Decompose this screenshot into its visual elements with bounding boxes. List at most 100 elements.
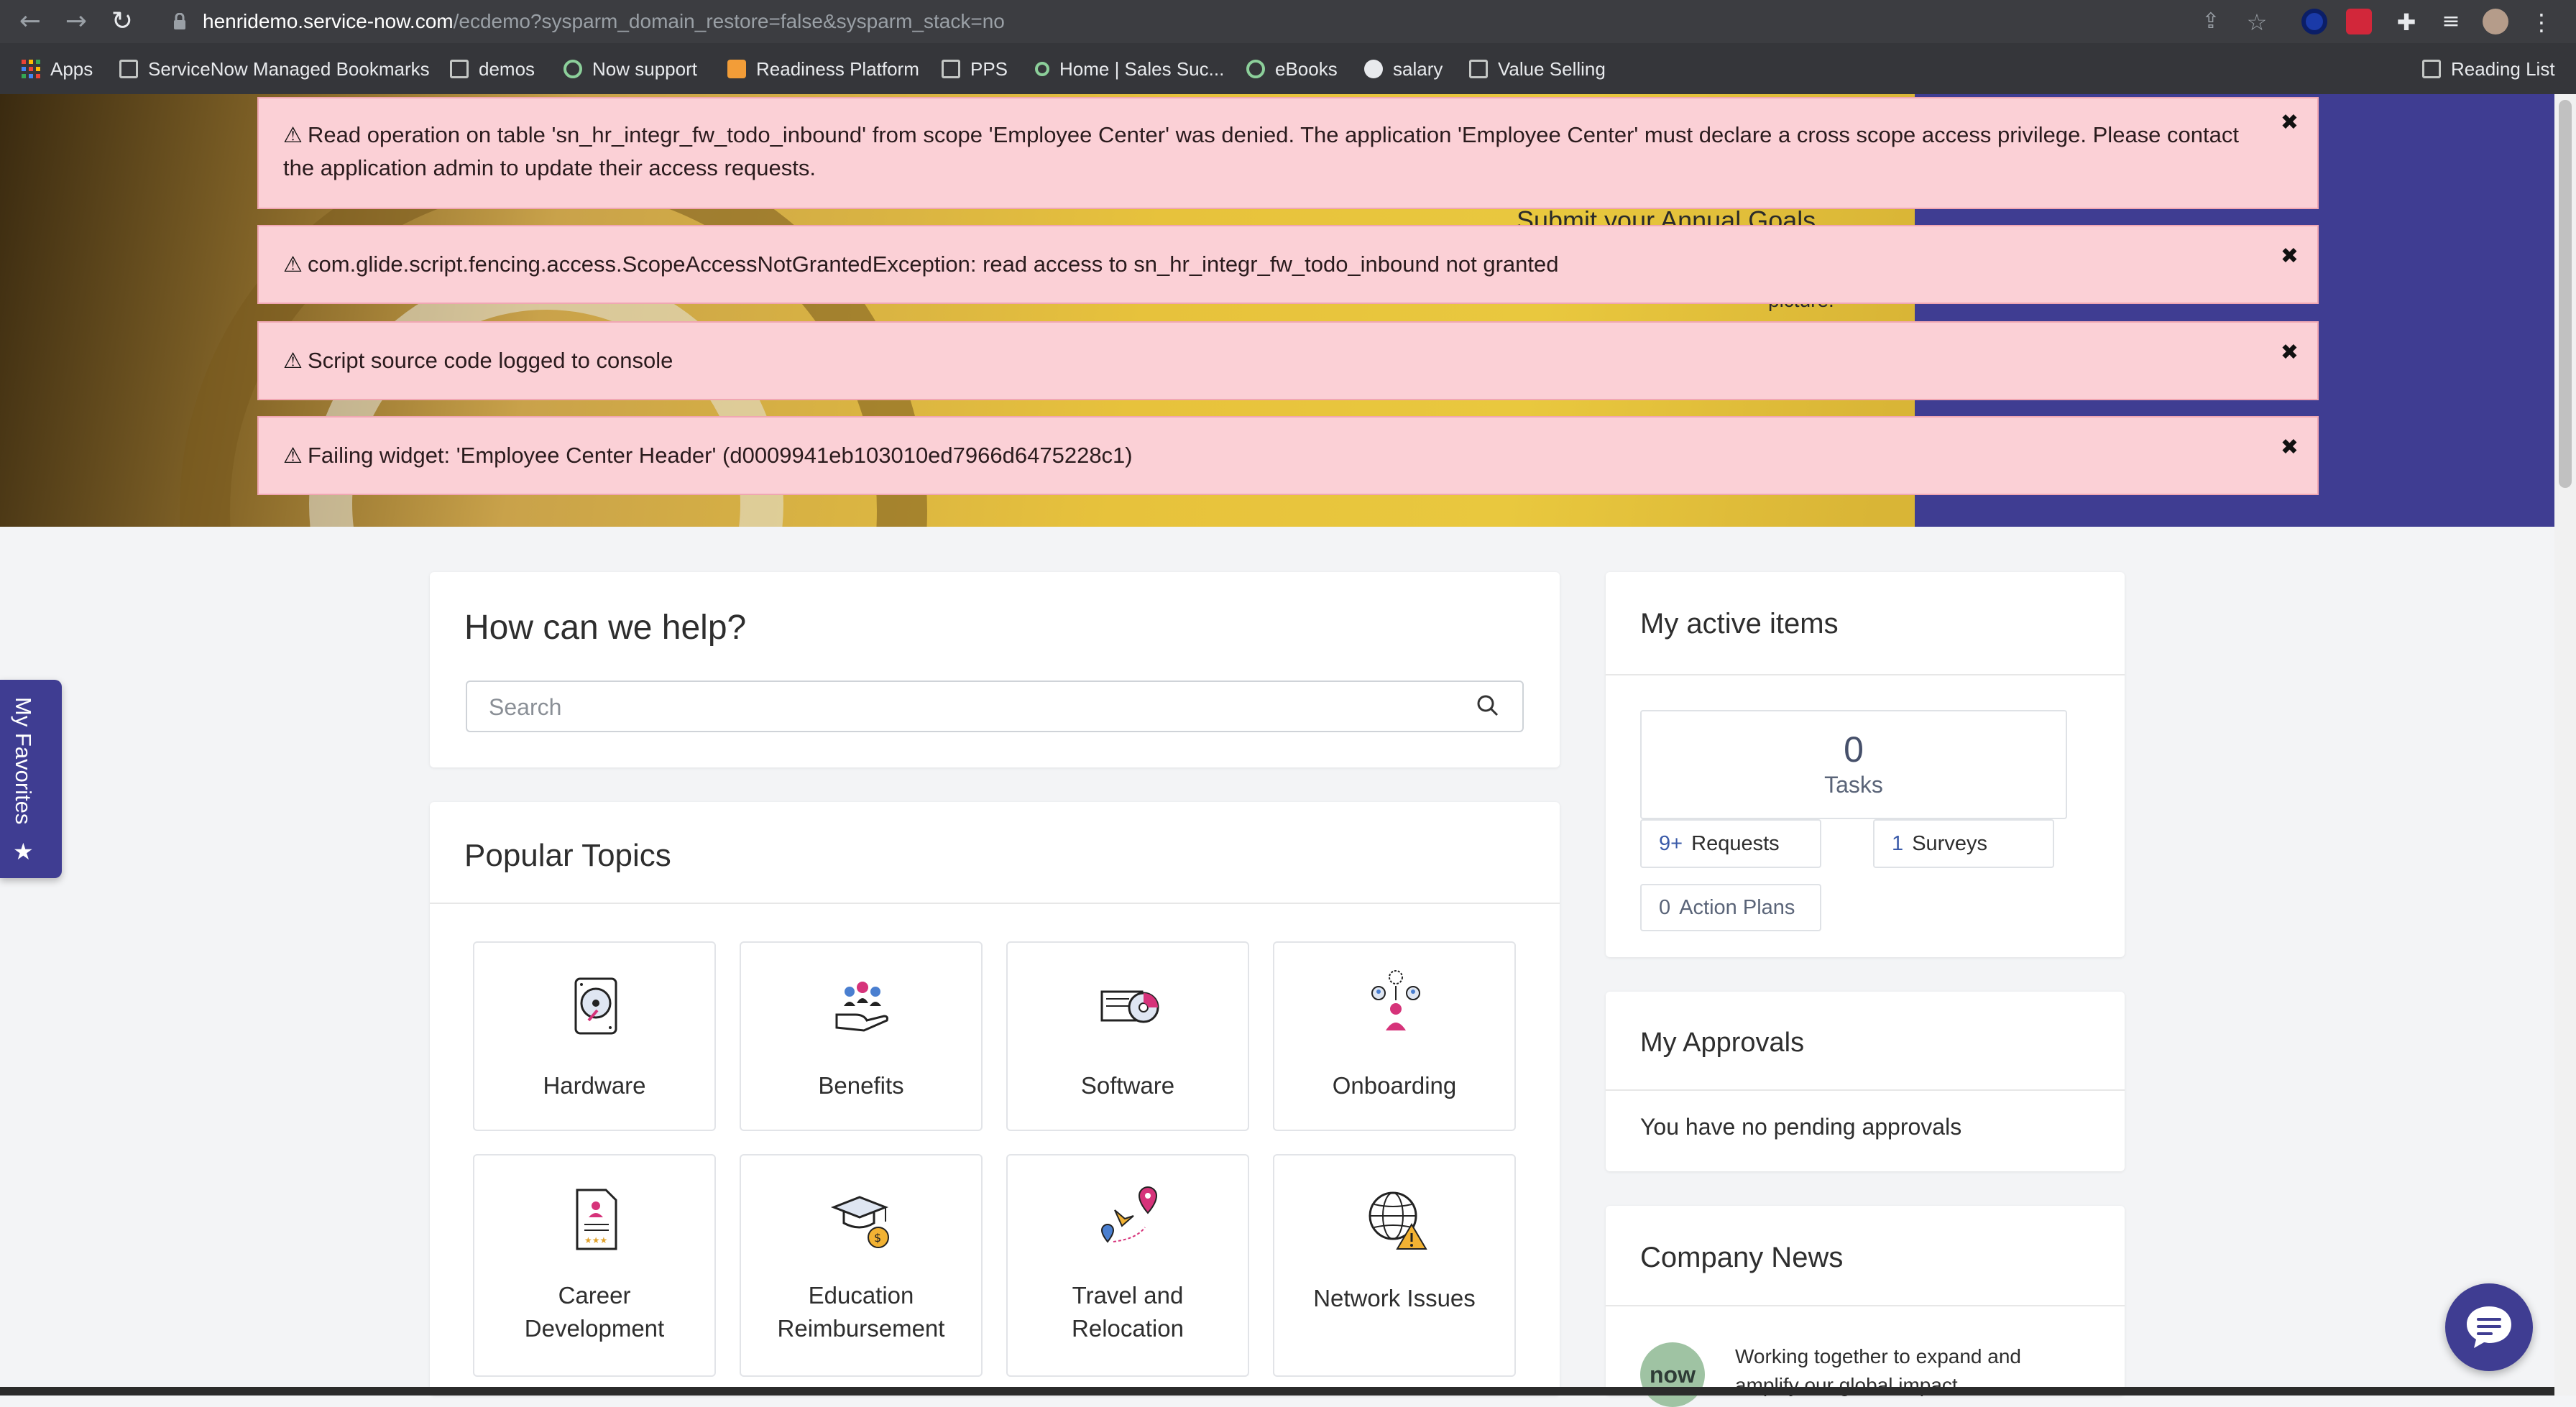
action-plans-label: Action Plans (1679, 896, 1795, 919)
bookmark-apps[interactable]: Apps (22, 50, 93, 88)
action-plans-tile[interactable]: 0 Action Plans (1640, 884, 1821, 931)
bookmark-salary[interactable]: salary (1364, 50, 1443, 88)
warning-icon: ⚠ (283, 252, 303, 277)
bookmark-servicenow-managed[interactable]: ServiceNow Managed Bookmarks (119, 50, 430, 88)
lock-icon[interactable] (172, 12, 187, 30)
hard-drive-icon (574, 977, 617, 1035)
my-favorites-tab[interactable]: My Favorites ★ (0, 680, 62, 878)
bookmark-readiness-platform[interactable]: Readiness Platform (727, 50, 919, 88)
folder-icon (942, 60, 960, 78)
bookmark-label: Readiness Platform (756, 57, 919, 80)
search-box (466, 681, 1524, 732)
topic-label: Education Reimbursement (777, 1282, 945, 1342)
reading-list-button[interactable]: Reading List (2422, 50, 2555, 88)
error-alert-failing-widget: ⚠ Failing widget: 'Employee Center Header… (257, 416, 2319, 495)
approvals-card: My Approvals You have no pending approva… (1606, 992, 2125, 1171)
topic-education-reimbursement[interactable]: $ Education Reimbursement (740, 1154, 983, 1377)
graduation-cap-icon: $ (830, 1196, 889, 1248)
topic-hardware[interactable]: Hardware (473, 941, 716, 1131)
warning-icon: ⚠ (283, 349, 303, 374)
topic-onboarding[interactable]: Onboarding (1273, 941, 1516, 1131)
globe-icon (1364, 60, 1383, 78)
bookmark-star-icon[interactable]: ☆ (2244, 9, 2270, 36)
topic-label: Software (1080, 1072, 1175, 1099)
forward-icon[interactable]: → (62, 7, 91, 36)
topic-label: Benefits (818, 1072, 904, 1099)
help-search-card: How can we help? (430, 572, 1560, 767)
requests-tile[interactable]: 9+ Requests (1640, 819, 1821, 868)
extension-red-icon[interactable] (2346, 9, 2372, 34)
bookmark-value-selling[interactable]: Value Selling (1469, 50, 1606, 88)
topic-benefits[interactable]: Benefits (740, 941, 983, 1131)
onboarding-people-icon (1371, 970, 1420, 1030)
alert-text: com.glide.script.fencing.access.ScopeAcc… (308, 252, 1559, 277)
star-icon: ★ (13, 838, 34, 865)
bookmark-label: PPS (970, 57, 1008, 80)
approvals-empty-text: You have no pending approvals (1640, 1114, 1962, 1140)
folder-icon (450, 60, 469, 78)
popular-topics-title: Popular Topics (464, 838, 671, 873)
help-title: How can we help? (464, 609, 747, 647)
now-icon (1035, 62, 1049, 76)
bookmark-label: demos (479, 57, 535, 80)
divider (1606, 1305, 2125, 1306)
bookmark-label: Home | Sales Suc... (1059, 57, 1225, 80)
topic-travel-relocation[interactable]: Travel and Relocation (1006, 1154, 1249, 1377)
extensions-puzzle-icon[interactable]: ✚ (2393, 9, 2419, 36)
tasks-label: Tasks (1824, 772, 1883, 798)
bookmark-home-sales[interactable]: Home | Sales Suc... (1035, 50, 1224, 88)
surveys-count: 1 (1892, 832, 1904, 855)
bookmark-now-support[interactable]: Now support (564, 50, 697, 88)
tasks-count: 0 (1844, 729, 1864, 770)
close-icon[interactable]: ✖ (2281, 110, 2299, 135)
network-globe-warning-icon (1368, 1191, 1427, 1250)
approvals-title: My Approvals (1640, 1028, 1805, 1058)
svg-text:★★★: ★★★ (584, 1235, 607, 1245)
close-icon[interactable]: ✖ (2281, 340, 2299, 365)
error-alert-exception: ⚠ com.glide.script.fencing.access.ScopeAc… (257, 225, 2319, 304)
surveys-tile[interactable]: 1 Surveys (1873, 819, 2054, 868)
topic-software[interactable]: Software (1006, 941, 1249, 1131)
bookmark-pps[interactable]: PPS (942, 50, 1008, 88)
requests-label: Requests (1691, 832, 1780, 855)
more-menu-icon[interactable]: ⋮ (2529, 9, 2554, 36)
warning-icon: ⚠ (283, 123, 303, 148)
topic-label: Network Issues (1313, 1285, 1476, 1311)
share-icon[interactable]: ⇪ (2198, 9, 2224, 34)
reading-list-icon (2422, 60, 2441, 78)
url-field[interactable]: henridemo.service-now.com/ecdemo?sysparm… (203, 5, 2215, 38)
bookmark-label: salary (1393, 57, 1443, 80)
surveys-label: Surveys (1912, 832, 1987, 855)
news-logo: now (1640, 1342, 1705, 1407)
topic-label: Career Development (524, 1282, 665, 1342)
address-bar-row: ← → ↻ henridemo.service-now.com/ecdemo?s… (0, 0, 2576, 43)
search-input[interactable] (487, 691, 1425, 724)
back-icon[interactable]: ← (16, 7, 45, 36)
tasks-tile[interactable]: 0 Tasks (1640, 710, 2067, 819)
alert-text: Script source code logged to console (308, 348, 673, 373)
close-icon[interactable]: ✖ (2281, 435, 2299, 460)
topic-career-development[interactable]: ★★★ Career Development (473, 1154, 716, 1377)
topic-label: Travel and Relocation (1072, 1282, 1184, 1342)
bookmark-demos[interactable]: demos (450, 50, 535, 88)
divider (1606, 1089, 2125, 1091)
media-queue-icon[interactable]: ≡ (2438, 9, 2464, 34)
career-document-icon: ★★★ (576, 1189, 617, 1250)
topic-network-issues[interactable]: Network Issues (1273, 1154, 1516, 1377)
reload-icon[interactable]: ↻ (108, 7, 137, 36)
svg-text:$: $ (874, 1231, 881, 1245)
folder-icon (119, 60, 138, 78)
profile-avatar[interactable] (2483, 9, 2508, 34)
readiness-icon (727, 60, 746, 78)
bookmark-label: ServiceNow Managed Bookmarks (148, 57, 430, 80)
extension-blue-icon[interactable] (2301, 9, 2327, 34)
bookmark-ebooks[interactable]: eBooks (1246, 50, 1338, 88)
scrollbar-thumb[interactable] (2559, 100, 2572, 488)
divider (1606, 674, 2125, 675)
search-icon[interactable] (1475, 693, 1501, 719)
reading-list-label: Reading List (2451, 57, 2555, 80)
close-icon[interactable]: ✖ (2281, 244, 2299, 269)
divider (430, 903, 1560, 904)
error-alert-scope-denied: ⚠ Read operation on table 'sn_hr_integr_f… (257, 97, 2319, 209)
chat-button[interactable] (2445, 1283, 2533, 1371)
